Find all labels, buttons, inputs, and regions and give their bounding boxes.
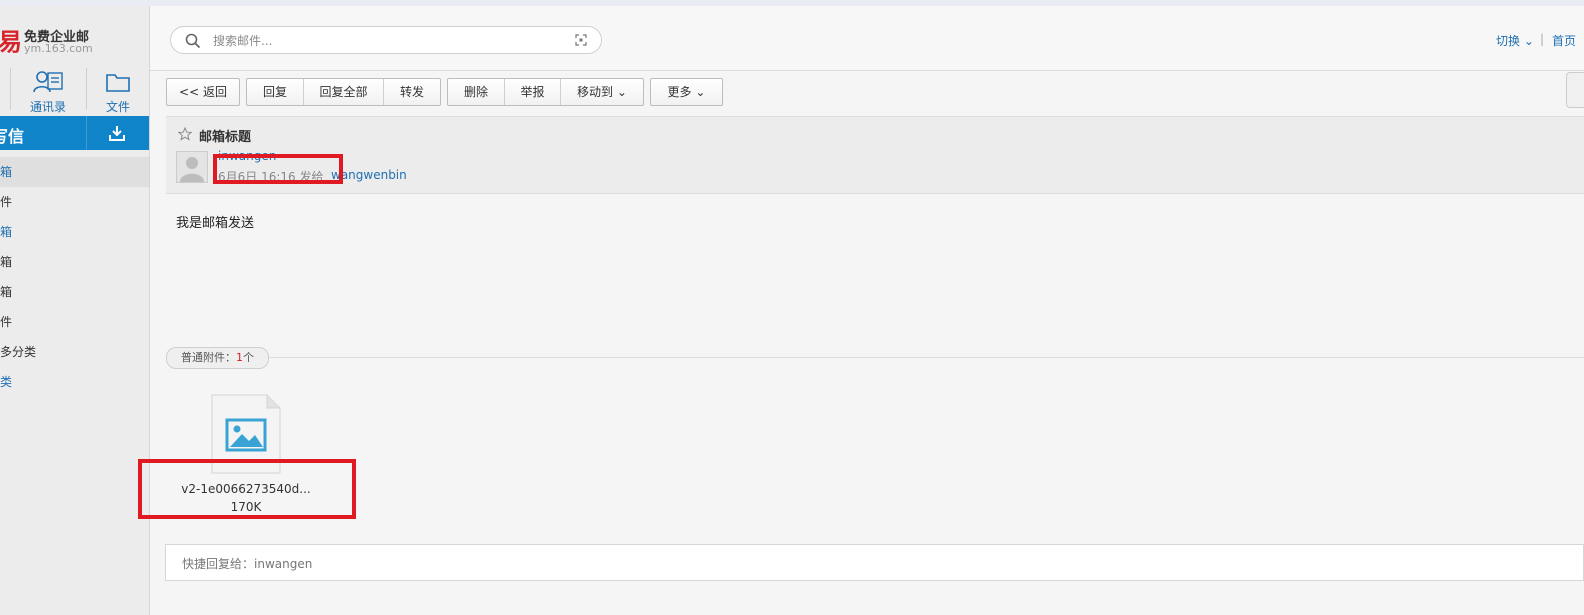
quick-reply-box[interactable] xyxy=(165,544,1584,581)
top-header: 切换 ⌄ | 首页 xyxy=(150,6,1584,71)
more-group: 更多 ⌄ xyxy=(650,78,723,106)
mail-header: 邮箱标题 inwangen 6月6日 16:16 发给 wangwenbin xyxy=(166,116,1584,194)
star-icon[interactable] xyxy=(178,127,192,141)
search-icon[interactable] xyxy=(185,33,201,49)
attachment-label: 普通附件：1个 xyxy=(166,347,269,369)
mail-body: 我是邮箱发送 xyxy=(176,216,255,231)
scan-icon[interactable] xyxy=(575,34,587,46)
attachment-count-suffix: 个 xyxy=(243,351,254,364)
switch-label: 切换 xyxy=(1496,34,1521,48)
folder-item[interactable]: 箱 xyxy=(0,217,149,247)
action-group: 删除 举报 移动到 ⌄ xyxy=(447,78,644,106)
folder-icon xyxy=(106,74,130,92)
quick-reply-input[interactable] xyxy=(180,554,784,574)
attachment-divider xyxy=(166,357,1584,358)
nav-files[interactable]: 文件 xyxy=(88,70,148,115)
search-input[interactable] xyxy=(211,30,555,52)
folder-list: 箱 件 箱 箱 箱 件 多分类 类 xyxy=(0,157,149,397)
report-button[interactable]: 举报 xyxy=(505,79,561,105)
nav-contacts[interactable]: 通讯录 xyxy=(18,70,78,115)
brand-subtitle: ym.163.com xyxy=(24,42,93,55)
back-group: << 返回 xyxy=(166,78,240,106)
chevron-down-icon: ⌄ xyxy=(613,85,627,99)
compose-divider xyxy=(86,116,87,150)
nav-divider xyxy=(86,68,87,110)
scroll-tab[interactable] xyxy=(1566,72,1584,108)
reply-all-button[interactable]: 回复全部 xyxy=(304,79,384,105)
more-button[interactable]: 更多 ⌄ xyxy=(651,79,722,105)
delete-button[interactable]: 删除 xyxy=(448,79,505,105)
back-button[interactable]: << 返回 xyxy=(167,79,239,105)
contacts-icon xyxy=(33,71,63,93)
attachment-count: 1 xyxy=(236,351,243,364)
header-separator: | xyxy=(1540,32,1545,46)
folder-item[interactable]: 件 xyxy=(0,307,149,337)
sidebar: 易 免费企业邮 ym.163.com 通讯录 文件 写信 箱 件 箱 箱 箱 xyxy=(0,6,150,615)
avatar xyxy=(176,151,208,183)
folder-inbox[interactable]: 箱 xyxy=(0,157,149,187)
chevron-down-icon: ⌄ xyxy=(1520,34,1534,48)
move-to-button[interactable]: 移动到 ⌄ xyxy=(561,79,643,105)
home-link[interactable]: 首页 xyxy=(1552,32,1576,49)
folder-categories[interactable]: 类 xyxy=(0,367,149,397)
brand-logo-icon: 易 xyxy=(0,28,22,56)
compose-button[interactable]: 写信 xyxy=(0,123,24,147)
folder-item[interactable]: 件 xyxy=(0,187,149,217)
main-panel: 切换 ⌄ | 首页 << 返回 回复 回复全部 转发 删除 举报 移动到 ⌄ 更… xyxy=(138,6,1584,615)
nav-divider xyxy=(10,68,11,110)
nav-files-label: 文件 xyxy=(105,100,130,114)
user-silhouette-icon xyxy=(180,157,204,182)
reply-button[interactable]: 回复 xyxy=(247,79,304,105)
more-label: 更多 xyxy=(667,85,692,99)
folder-item[interactable]: 箱 xyxy=(0,247,149,277)
chevron-down-icon: ⌄ xyxy=(691,85,706,99)
highlight-box xyxy=(138,459,356,519)
mail-subject: 邮箱标题 xyxy=(199,130,252,145)
highlight-box xyxy=(213,154,343,184)
reply-group: 回复 回复全部 转发 xyxy=(246,78,441,106)
search-box[interactable] xyxy=(170,26,602,54)
receive-mail-icon[interactable] xyxy=(108,124,126,142)
forward-button[interactable]: 转发 xyxy=(384,79,440,105)
nav-contacts-label: 通讯录 xyxy=(29,100,66,114)
attachment-label-prefix: 普通附件： xyxy=(181,351,236,364)
folder-item[interactable]: 箱 xyxy=(0,277,149,307)
folder-more-categories[interactable]: 多分类 xyxy=(0,337,149,367)
compose-bar: 写信 xyxy=(0,116,149,150)
switch-link[interactable]: 切换 ⌄ xyxy=(1496,32,1534,49)
move-to-label: 移动到 xyxy=(577,85,614,99)
